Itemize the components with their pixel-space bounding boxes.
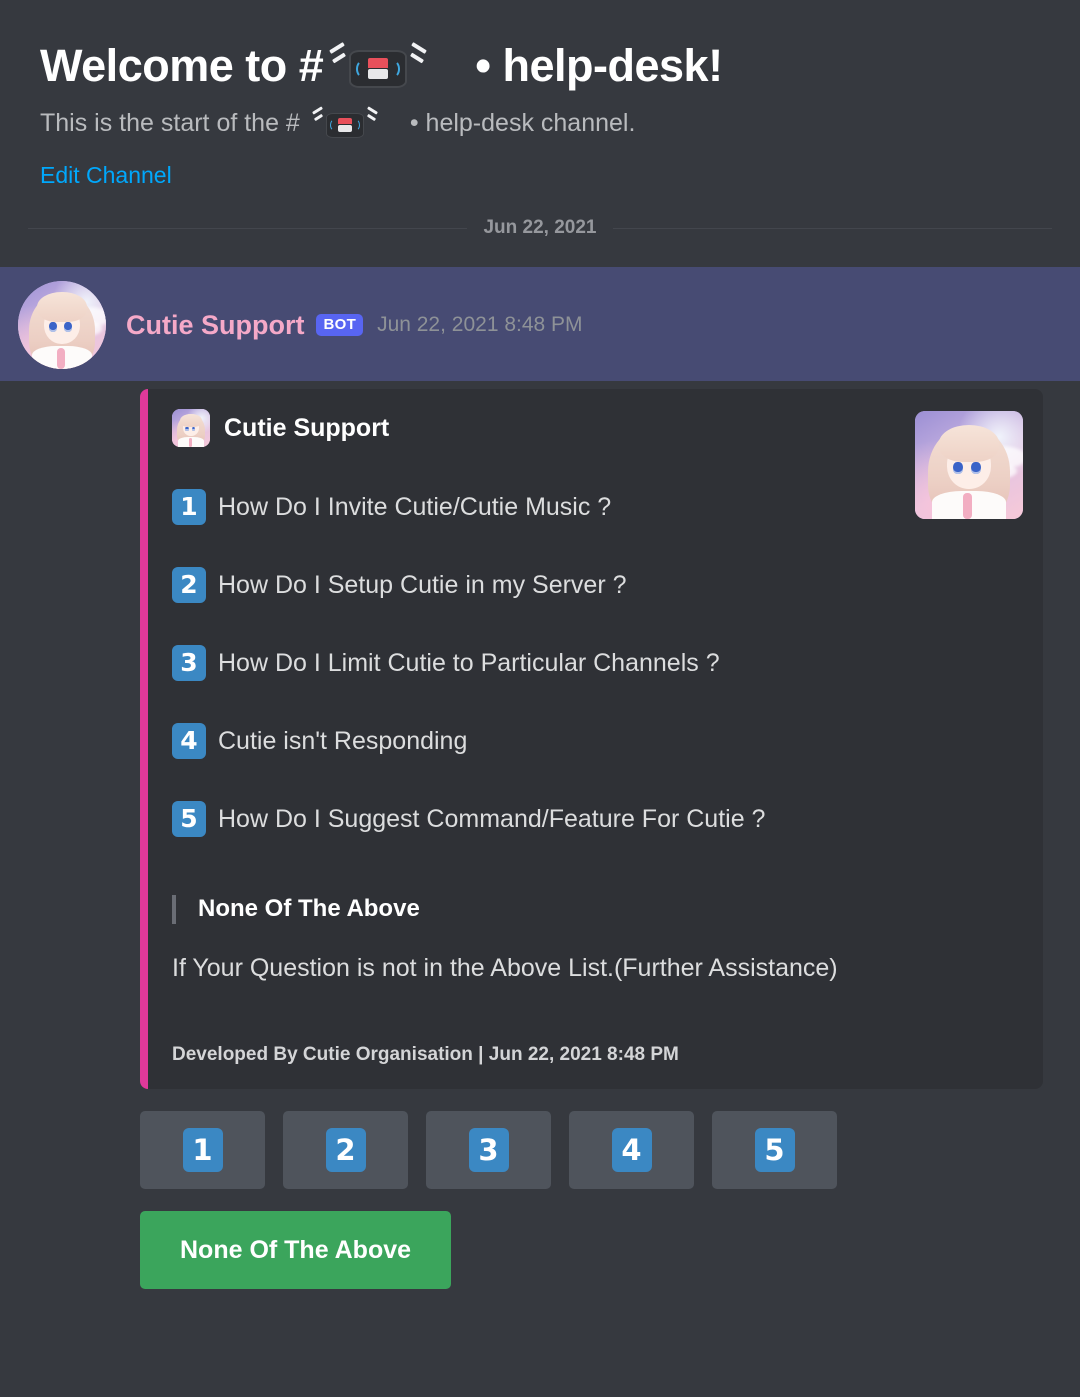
message-cutie-support[interactable]: Cutie Support BOT Jun 22, 2021 8:48 PM bbox=[0, 267, 1080, 381]
keycap-1-icon: 1 bbox=[172, 489, 206, 525]
avatar[interactable] bbox=[18, 281, 106, 369]
embed-field-value: If Your Question is not in the Above Lis… bbox=[172, 953, 838, 982]
embed-list-item-text: How Do I Suggest Command/Feature For Cut… bbox=[218, 804, 766, 833]
channel-intro: Welcome to # • help-desk! This is the st… bbox=[0, 0, 1080, 189]
embed-author: Cutie Support bbox=[172, 409, 1025, 447]
button-option-5[interactable]: 5 bbox=[712, 1111, 837, 1189]
embed-wrapper: Cutie Support 1 How Do I Invite Cutie/Cu… bbox=[0, 381, 1080, 1089]
embed-description: 1 How Do I Invite Cutie/Cutie Music ? 2 … bbox=[172, 489, 1025, 837]
edit-channel-link[interactable]: Edit Channel bbox=[40, 162, 172, 189]
divider-line-left bbox=[28, 227, 468, 229]
embed-author-name: Cutie Support bbox=[224, 413, 390, 442]
button-option-4[interactable]: 4 bbox=[569, 1111, 694, 1189]
start-suffix: • help-desk channel. bbox=[409, 108, 636, 137]
none-of-the-above-button[interactable]: None Of The Above bbox=[140, 1211, 452, 1289]
start-prefix: This is the start of the # bbox=[40, 108, 300, 137]
keycap-5-icon: 5 bbox=[172, 801, 206, 837]
embed-list-item-text: How Do I Limit Cutie to Particular Chann… bbox=[218, 648, 720, 677]
embed-thumbnail[interactable] bbox=[915, 411, 1023, 519]
channel-start-text: This is the start of the # • help-desk c… bbox=[40, 106, 1040, 140]
welcome-suffix: • help-desk! bbox=[475, 40, 723, 92]
button-option-3[interactable]: 3 bbox=[426, 1111, 551, 1189]
embed-list-item-text: How Do I Setup Cutie in my Server ? bbox=[218, 570, 627, 599]
message-timestamp: Jun 22, 2021 8:48 PM bbox=[377, 313, 583, 336]
embed-list-item: 5 How Do I Suggest Command/Feature For C… bbox=[172, 801, 1025, 837]
embed-list-item: 1 How Do I Invite Cutie/Cutie Music ? bbox=[172, 489, 1025, 525]
button-option-2[interactable]: 2 bbox=[283, 1111, 408, 1189]
embed-field: None Of The Above If Your Question is no… bbox=[172, 895, 1025, 984]
button-option-1[interactable]: 1 bbox=[140, 1111, 265, 1189]
date-divider: Jun 22, 2021 bbox=[28, 217, 1052, 239]
embed-list-item-text: How Do I Invite Cutie/Cutie Music ? bbox=[218, 492, 612, 521]
keycap-5-icon: 5 bbox=[754, 1128, 795, 1172]
keycap-3-icon: 3 bbox=[468, 1128, 509, 1172]
embed-footer: Developed By Cutie Organisation | Jun 22… bbox=[172, 1044, 679, 1066]
keycap-1-icon: 1 bbox=[182, 1128, 223, 1172]
embed-author-icon bbox=[172, 409, 210, 447]
embed: Cutie Support 1 How Do I Invite Cutie/Cu… bbox=[140, 389, 1043, 1089]
embed-list-item: 3 How Do I Limit Cutie to Particular Cha… bbox=[172, 645, 1025, 681]
vhs-tape-icon-small bbox=[308, 106, 382, 140]
embed-list-item: 4 Cutie isn't Responding bbox=[172, 723, 1025, 759]
embed-list-item: 2 How Do I Setup Cutie in my Server ? bbox=[172, 567, 1025, 603]
welcome-prefix: Welcome to # bbox=[40, 40, 324, 92]
component-button-row-2: None Of The Above bbox=[0, 1189, 1080, 1289]
message-author-name[interactable]: Cutie Support bbox=[126, 310, 304, 341]
vhs-tape-icon bbox=[323, 40, 433, 92]
embed-list-item-text: Cutie isn't Responding bbox=[218, 726, 468, 755]
keycap-3-icon: 3 bbox=[172, 645, 206, 681]
keycap-2-icon: 2 bbox=[172, 567, 206, 603]
divider-date: Jun 22, 2021 bbox=[483, 217, 597, 238]
page-title: Welcome to # • help-desk! bbox=[40, 40, 1040, 92]
message-header: Cutie Support BOT Jun 22, 2021 8:48 PM bbox=[0, 281, 1080, 369]
embed-field-name: None Of The Above bbox=[172, 895, 1025, 924]
keycap-4-icon: 4 bbox=[611, 1128, 652, 1172]
keycap-4-icon: 4 bbox=[172, 723, 206, 759]
keycap-2-icon: 2 bbox=[325, 1128, 366, 1172]
component-button-row-1: 1 2 3 4 5 bbox=[0, 1089, 1080, 1189]
bot-badge: BOT bbox=[316, 314, 364, 336]
divider-line-right bbox=[612, 227, 1052, 229]
